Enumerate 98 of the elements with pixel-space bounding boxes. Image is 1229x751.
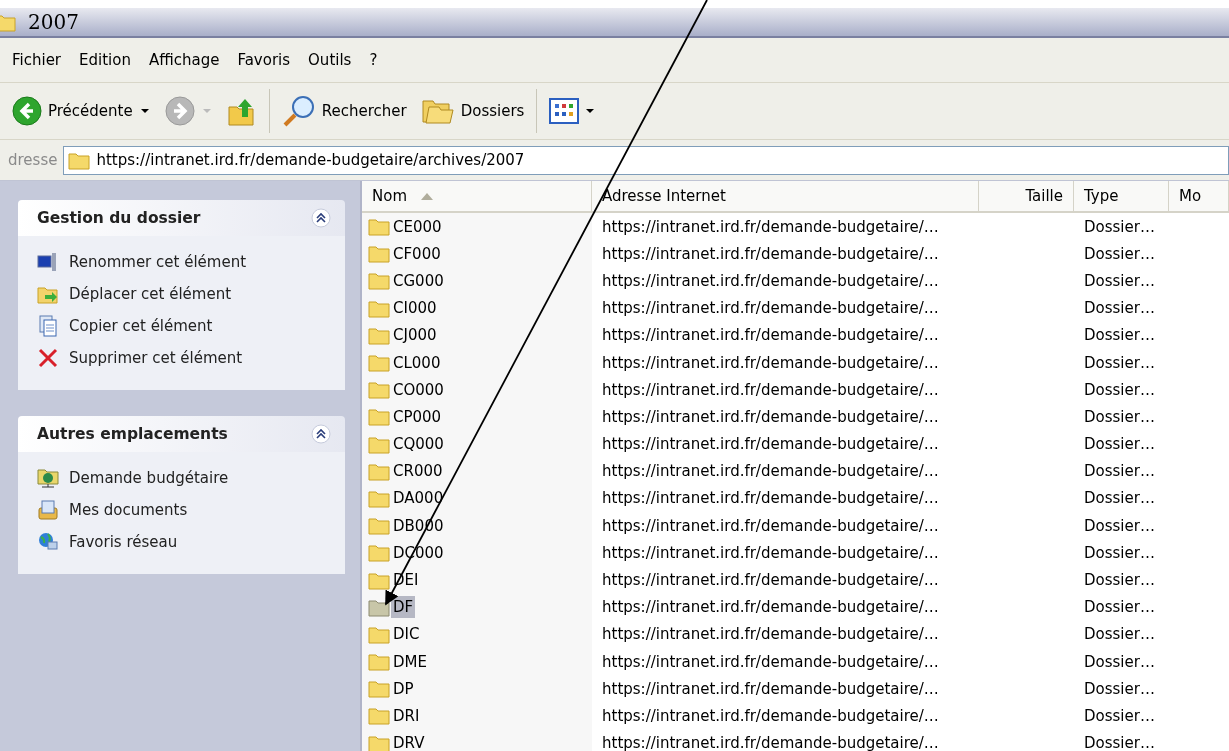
table-cell: Dossier… <box>1084 326 1155 345</box>
table-cell: https://intranet.ird.fr/demande-budgetaire/… <box>602 571 939 590</box>
table-cell: https://intranet.ird.fr/demande-budgetaire/… <box>602 489 939 508</box>
table-cell: https://intranet.ird.fr/demande-budgetaire/… <box>602 435 939 454</box>
table-cell: https://intranet.ird.fr/demande-budgetaire/… <box>602 380 939 399</box>
table-cell: Dossier… <box>1084 652 1155 671</box>
column-header[interactable]: Mo <box>1169 181 1229 211</box>
views-grid-icon <box>549 98 580 124</box>
table-cell: https://intranet.ird.fr/demande-budgetaire/… <box>602 217 939 236</box>
file-name[interactable]: CQ000 <box>391 433 446 456</box>
task-link[interactable]: Mes documents <box>69 501 188 519</box>
file-name[interactable]: DRI <box>391 704 422 727</box>
file-name[interactable]: CR000 <box>391 460 445 483</box>
file-name[interactable]: CG000 <box>391 269 446 292</box>
table-cell: Dossier… <box>1084 353 1155 372</box>
menu-item[interactable]: Edition <box>73 51 143 69</box>
column-header[interactable]: Adresse Internet <box>592 181 979 211</box>
table-cell: Dossier… <box>1084 244 1155 263</box>
table-cell: https://intranet.ird.fr/demande-budgetaire/… <box>602 462 939 481</box>
delete-icon <box>37 347 59 369</box>
folder-icon <box>68 150 91 170</box>
panel-header[interactable]: Autres emplacements <box>18 416 345 452</box>
file-name[interactable]: CO000 <box>391 378 446 401</box>
table-cell: https://intranet.ird.fr/demande-budgetaire/… <box>602 244 939 263</box>
file-name[interactable]: DP <box>391 677 416 700</box>
table-cell: Dossier… <box>1084 571 1155 590</box>
task-link[interactable]: Déplacer cet élément <box>69 285 232 303</box>
column-header[interactable]: Nom <box>362 181 592 211</box>
menu-item[interactable]: Affichage <box>142 51 232 69</box>
table-cell: Dossier… <box>1084 435 1155 454</box>
file-name[interactable]: CF000 <box>391 242 443 265</box>
collapse-chevron-icon[interactable] <box>311 424 331 444</box>
table-cell: https://intranet.ird.fr/demande-budgetaire/… <box>602 625 939 644</box>
task-link[interactable]: Demande budgétaire <box>69 469 229 487</box>
file-name[interactable]: DRV <box>391 732 427 751</box>
table-cell: https://intranet.ird.fr/demande-budgetaire/… <box>602 706 939 725</box>
sort-ascending-icon <box>421 192 433 200</box>
table-cell: Dossier… <box>1084 271 1155 290</box>
folder-icon <box>0 12 16 32</box>
table-cell: https://intranet.ird.fr/demande-budgetaire/… <box>602 271 939 290</box>
collapse-chevron-icon[interactable] <box>311 208 331 228</box>
search-button[interactable]: Rechercher <box>277 92 411 130</box>
task-link[interactable]: Favoris réseau <box>69 533 178 551</box>
caret-icon[interactable] <box>585 107 596 115</box>
address-field[interactable]: https://intranet.ird.fr/demande-budgetaire/archives/2007 <box>63 145 1229 175</box>
network-globe-icon <box>37 531 59 553</box>
table-cell: Dossier… <box>1084 407 1155 426</box>
table-cell: https://intranet.ird.fr/demande-budgetaire/… <box>602 407 939 426</box>
task-link[interactable]: Supprimer cet élément <box>69 349 243 367</box>
file-name[interactable]: CP000 <box>391 405 444 428</box>
task-link[interactable]: Renommer cet élément <box>69 253 247 271</box>
table-cell: https://intranet.ird.fr/demande-budgetaire/… <box>602 652 939 671</box>
search-icon <box>281 94 316 128</box>
rename-icon <box>37 251 59 273</box>
table-cell: https://intranet.ird.fr/demande-budgetaire/… <box>602 543 939 562</box>
file-name[interactable]: CJ000 <box>391 324 439 347</box>
table-cell: Dossier… <box>1084 516 1155 535</box>
panel-header[interactable]: Gestion du dossier <box>18 200 345 236</box>
folders-icon <box>420 97 455 125</box>
table-cell: Dossier… <box>1084 706 1155 725</box>
table-cell: Dossier… <box>1084 625 1155 644</box>
menu-item[interactable]: Fichier <box>6 51 74 69</box>
back-button[interactable]: Précédente <box>8 94 155 128</box>
address-label: dresse <box>8 151 58 169</box>
table-cell: https://intranet.ird.fr/demande-budgetaire/… <box>602 516 939 535</box>
table-cell: https://intranet.ird.fr/demande-budgetaire/… <box>602 679 939 698</box>
table-cell: Dossier… <box>1084 489 1155 508</box>
table-cell: https://intranet.ird.fr/demande-budgetaire/… <box>602 734 939 751</box>
table-cell: Dossier… <box>1084 543 1155 562</box>
file-name[interactable]: DME <box>391 650 429 673</box>
table-cell: https://intranet.ird.fr/demande-budgetaire/… <box>602 353 939 372</box>
window-title: 2007 <box>28 10 79 34</box>
file-name[interactable]: CI000 <box>391 297 439 320</box>
table-cell: https://intranet.ird.fr/demande-budgetaire/… <box>602 326 939 345</box>
table-cell: Dossier… <box>1084 734 1155 751</box>
folders-button[interactable]: Dossiers <box>416 95 529 127</box>
table-cell: https://intranet.ird.fr/demande-budgetaire/… <box>602 598 939 617</box>
file-name[interactable]: DA000 <box>391 487 446 510</box>
table-cell: Dossier… <box>1084 598 1155 617</box>
column-header[interactable]: Type <box>1074 181 1169 211</box>
documents-icon <box>37 499 59 521</box>
file-name[interactable]: DIC <box>391 623 422 646</box>
menu-item[interactable]: ? <box>363 51 390 69</box>
copy-icon <box>37 315 59 337</box>
web-folder-icon <box>37 467 59 489</box>
table-cell: Dossier… <box>1084 462 1155 481</box>
table-cell: Dossier… <box>1084 299 1155 318</box>
table-cell: Dossier… <box>1084 380 1155 399</box>
column-header[interactable]: Taille <box>979 181 1074 211</box>
file-name[interactable]: CL000 <box>391 351 443 374</box>
file-name[interactable]: CE000 <box>391 215 444 238</box>
file-name[interactable]: DF <box>391 596 416 619</box>
table-cell: Dossier… <box>1084 679 1155 698</box>
table-cell: https://intranet.ird.fr/demande-budgetaire/… <box>602 299 939 318</box>
task-link[interactable]: Copier cet élément <box>69 317 213 335</box>
menu-item[interactable]: Favoris <box>231 51 303 69</box>
menu-item[interactable]: Outils <box>302 51 364 69</box>
table-cell: Dossier… <box>1084 217 1155 236</box>
